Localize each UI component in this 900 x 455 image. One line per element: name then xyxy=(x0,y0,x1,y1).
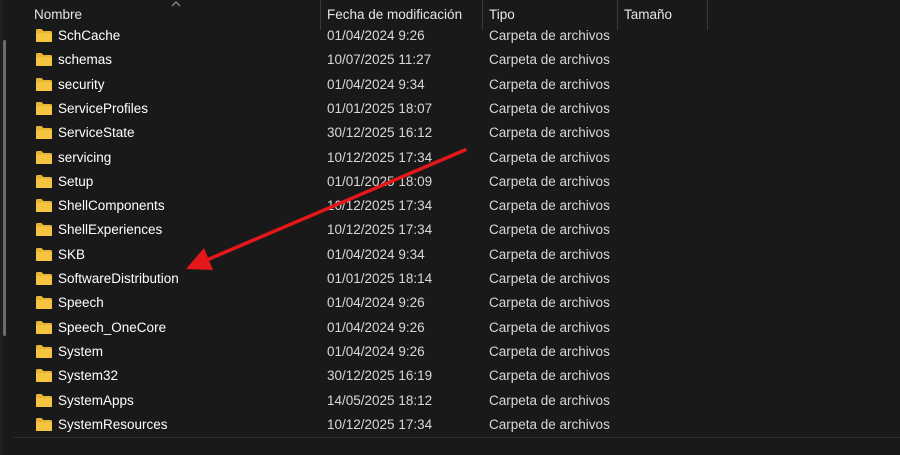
file-type: Carpeta de archivos xyxy=(489,198,610,214)
folder-icon xyxy=(36,393,52,407)
folder-icon xyxy=(36,320,52,334)
modified-date: 30/12/2025 16:12 xyxy=(327,125,433,141)
file-name: Setup xyxy=(58,173,94,189)
file-name: Speech_OneCore xyxy=(58,319,167,335)
folder-icon xyxy=(36,174,52,188)
file-type: Carpeta de archivos xyxy=(489,295,610,311)
folder-icon xyxy=(36,272,52,285)
file-name: Speech xyxy=(58,295,104,311)
modified-date: 10/07/2025 11:27 xyxy=(327,52,432,68)
table-row[interactable]: SKB 01/04/2024 9:34 Carpeta de archivos xyxy=(20,243,900,267)
file-type: Carpeta de archivos xyxy=(489,52,610,68)
file-type: Carpeta de archivos xyxy=(489,173,610,189)
folder-icon xyxy=(36,53,52,67)
file-type: Carpeta de archivos xyxy=(489,28,610,43)
folder-icon xyxy=(36,101,52,115)
file-name: System xyxy=(58,343,104,359)
modified-date: 01/01/2025 18:09 xyxy=(327,173,433,189)
folder-icon xyxy=(36,199,52,213)
file-name: schemas xyxy=(58,52,113,68)
modified-date: 10/12/2025 17:34 xyxy=(327,222,433,238)
table-row[interactable]: SoftwareDistribution 01/01/2025 18:14 Carp… xyxy=(20,267,900,291)
modified-date: 01/04/2024 9:26 xyxy=(327,28,425,43)
file-type: Carpeta de archivos xyxy=(489,125,610,141)
folder-icon xyxy=(36,296,52,310)
file-type: Carpeta de archivos xyxy=(489,392,610,408)
folder-icon xyxy=(36,126,52,140)
file-name: ShellComponents xyxy=(58,198,165,214)
file-explorer-list: Nombre Fecha de modificación Tipo Tamaño… xyxy=(0,0,900,455)
table-row[interactable]: ServiceProfiles 01/01/2025 18:07 Carpeta d… xyxy=(20,97,900,121)
table-row[interactable]: Setup 01/01/2025 18:09 Carpeta de archivos xyxy=(20,170,900,194)
table-row[interactable]: Speech 01/04/2024 9:26 Carpeta de archivos xyxy=(20,291,900,315)
modified-date: 01/01/2025 18:07 xyxy=(327,100,433,116)
table-row[interactable]: SystemResources 10/12/2025 17:34 Carpeta d… xyxy=(20,413,900,437)
file-name: ServiceProfiles xyxy=(58,100,149,116)
modified-date: 01/04/2024 9:34 xyxy=(327,76,425,92)
file-type: Carpeta de archivos xyxy=(489,222,610,238)
folder-icon xyxy=(36,223,52,237)
file-type: Carpeta de archivos xyxy=(489,368,610,384)
folder-icon xyxy=(36,417,52,431)
modified-date: 01/04/2024 9:26 xyxy=(327,295,425,311)
file-name: SchCache xyxy=(58,28,121,43)
table-row[interactable]: ServiceState 30/12/2025 16:12 Carpeta de a… xyxy=(20,121,900,145)
file-name: SystemApps xyxy=(58,392,134,408)
folder-icon xyxy=(36,77,52,91)
file-type: Carpeta de archivos xyxy=(489,100,610,116)
file-name: SoftwareDistribution xyxy=(58,271,179,286)
vertical-scrollbar[interactable] xyxy=(3,40,6,336)
file-name: System32 xyxy=(58,368,119,384)
table-row[interactable]: SchCache 01/04/2024 9:26 Carpeta de archiv… xyxy=(20,24,900,48)
file-type: Carpeta de archivos xyxy=(489,76,610,92)
file-name: ShellExperiences xyxy=(58,222,163,238)
modified-date: 14/05/2025 18:12 xyxy=(327,392,433,408)
modified-date: 01/01/2025 18:14 xyxy=(327,271,433,286)
table-row[interactable]: System 01/04/2024 9:26 Carpeta de archivos xyxy=(20,340,900,364)
table-row[interactable]: schemas 10/07/2025 11:27 Carpeta de archiv… xyxy=(20,48,900,72)
table-row[interactable]: Speech_OneCore 01/04/2024 9:26 Carpeta de … xyxy=(20,316,900,340)
modified-date: 10/12/2025 17:34 xyxy=(327,198,433,214)
file-type: Carpeta de archivos xyxy=(489,271,610,286)
list-bottom-border xyxy=(14,437,900,438)
folder-icon xyxy=(36,344,52,358)
file-type: Carpeta de archivos xyxy=(489,343,610,359)
folder-icon xyxy=(36,369,52,383)
file-name: ServiceState xyxy=(58,125,135,141)
folder-icon xyxy=(36,150,52,164)
modified-date: 01/04/2024 9:34 xyxy=(327,246,425,262)
file-name: SystemResources xyxy=(58,416,168,432)
modified-date: 10/12/2025 17:34 xyxy=(327,416,433,432)
modified-date: 01/04/2024 9:26 xyxy=(327,319,425,335)
file-type: Carpeta de archivos xyxy=(489,319,610,335)
table-row[interactable]: ShellExperiences 10/12/2025 17:34 Carpeta … xyxy=(20,218,900,242)
table-row[interactable]: ShellComponents 10/12/2025 17:34 Carpeta d… xyxy=(20,194,900,218)
table-row[interactable]: servicing 10/12/2025 17:34 Carpeta de arch… xyxy=(20,146,900,170)
folder-icon xyxy=(36,247,52,261)
file-type: Carpeta de archivos xyxy=(489,246,610,262)
file-name: security xyxy=(58,76,105,92)
file-name: SKB xyxy=(58,246,86,262)
modified-date: 01/04/2024 9:26 xyxy=(327,343,425,359)
file-type: Carpeta de archivos xyxy=(489,416,610,432)
file-name: servicing xyxy=(58,149,112,165)
folder-icon xyxy=(36,29,52,42)
file-type: Carpeta de archivos xyxy=(489,149,610,165)
table-row[interactable]: security 01/04/2024 9:34 Carpeta de archiv… xyxy=(20,73,900,97)
modified-date: 10/12/2025 17:34 xyxy=(327,149,433,165)
modified-date: 30/12/2025 16:19 xyxy=(327,368,433,384)
table-row[interactable]: SystemApps 14/05/2025 18:12 Carpeta de arc… xyxy=(20,389,900,413)
table-row[interactable]: System32 30/12/2025 16:19 Carpeta de archi… xyxy=(20,364,900,388)
